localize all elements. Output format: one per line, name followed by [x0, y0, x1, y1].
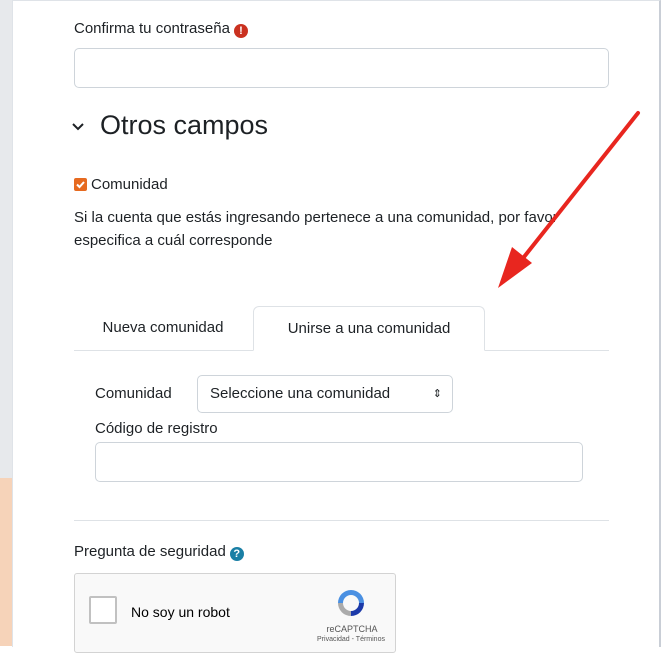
recaptcha-checkbox[interactable] — [89, 596, 117, 624]
recaptcha-brand: reCAPTCHA — [326, 624, 378, 634]
community-tabs: Nueva comunidad Unirse a una comunidad — [74, 306, 609, 351]
exclamation-circle-icon: ! — [233, 24, 248, 38]
recaptcha-links[interactable]: Privacidad - Términos — [311, 636, 391, 643]
community-checkbox-row[interactable]: Comunidad — [74, 176, 168, 193]
community-checkbox[interactable] — [74, 178, 87, 191]
check-icon — [76, 181, 85, 189]
section-divider — [74, 520, 609, 521]
section-title-otros-campos[interactable]: Otros campos — [72, 110, 268, 141]
community-help-text: Si la cuenta que estás ingresando perten… — [74, 209, 558, 249]
registration-code-input[interactable] — [95, 442, 583, 482]
confirm-password-input[interactable] — [74, 48, 609, 88]
community-select-label: Comunidad — [95, 385, 172, 402]
question-circle-icon[interactable]: ? — [229, 547, 244, 561]
confirm-password-label: Confirma tu contraseña! — [74, 20, 248, 38]
tab-nueva-comunidad[interactable]: Nueva comunidad — [74, 306, 252, 350]
registration-code-label: Código de registro — [95, 420, 218, 437]
select-arrow-icon: ⇕ — [432, 388, 442, 400]
chevron-down-icon — [72, 123, 84, 131]
security-question-label: Pregunta de seguridad? — [74, 543, 244, 561]
tab-unirse-comunidad[interactable]: Unirse a una comunidad — [253, 306, 485, 351]
left-gutter-accent — [0, 478, 12, 646]
recaptcha-logo-icon — [338, 590, 364, 616]
recaptcha-label: No soy un robot — [131, 604, 230, 620]
left-gutter — [0, 0, 12, 646]
recaptcha-widget: No soy un robot reCAPTCHA Privacidad - T… — [74, 573, 396, 653]
community-select[interactable]: Seleccione una comunidad ⇕ — [197, 375, 453, 413]
